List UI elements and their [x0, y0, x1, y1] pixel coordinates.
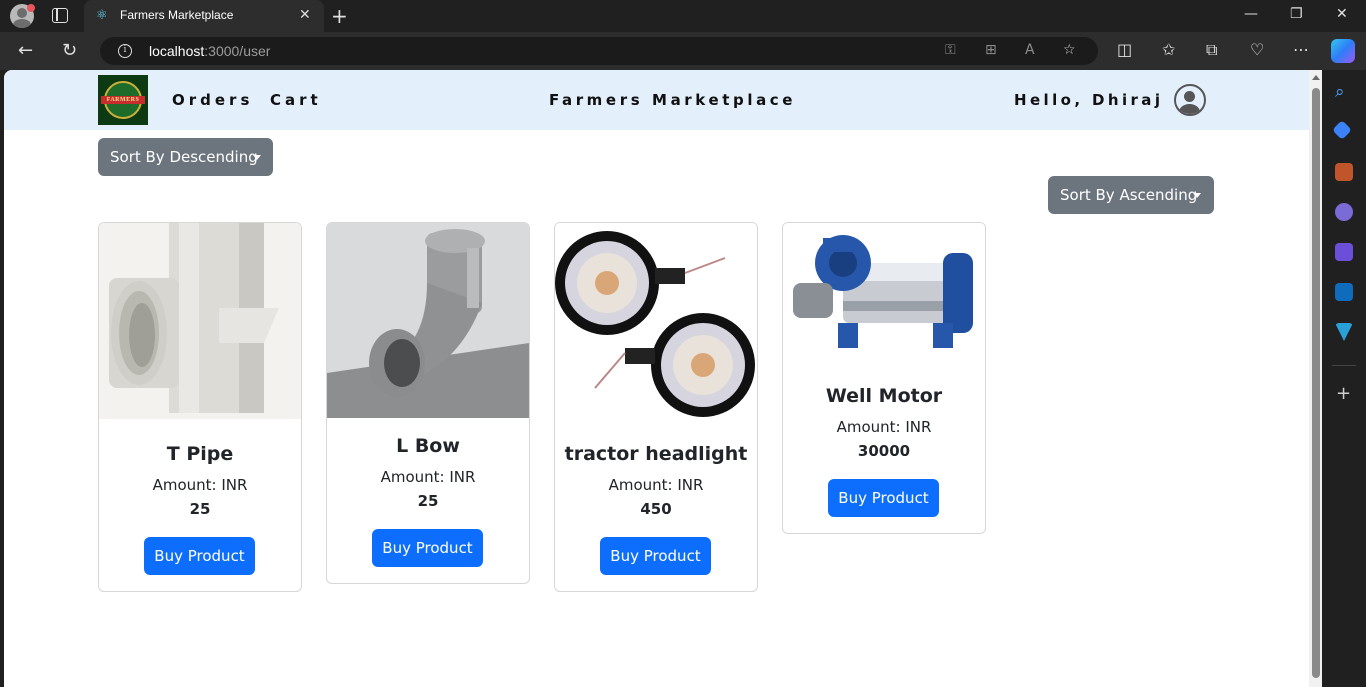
buy-product-button[interactable]: Buy Product — [144, 537, 255, 575]
product-card: tractor headlight Amount: INR 450 Buy Pr… — [554, 222, 758, 592]
product-amount-value: 30000 — [857, 442, 911, 460]
microsoft-365-icon[interactable] — [1335, 243, 1353, 261]
collections-icon[interactable]: ⧉ — [1206, 40, 1217, 60]
buy-product-button[interactable]: Buy Product — [600, 537, 711, 575]
games-icon[interactable] — [1335, 203, 1353, 221]
caret-down-icon — [1193, 193, 1201, 198]
page-scrollbar[interactable] — [1309, 70, 1322, 687]
product-amount-value: 450 — [640, 500, 672, 518]
product-amount-value: 25 — [417, 492, 439, 510]
tab-title: Farmers Marketplace — [120, 8, 234, 22]
favorites-icon[interactable]: ✩ — [1162, 40, 1175, 59]
back-icon[interactable]: ← — [18, 40, 33, 61]
drop-icon[interactable] — [1335, 323, 1353, 341]
product-card: L Bow Amount: INR 25 Buy Product — [326, 222, 530, 584]
url-text[interactable]: localhost:3000/user — [149, 43, 270, 59]
refresh-icon[interactable]: ↻ — [62, 40, 77, 61]
add-sidebar-app-icon[interactable]: + — [1336, 383, 1351, 404]
user-greeting: Hello, Dhiraj — [1014, 91, 1164, 109]
sort-ascending-dropdown[interactable]: Sort By Ascending — [1048, 176, 1214, 214]
browser-essentials-icon[interactable]: ♡ — [1250, 40, 1264, 59]
t-pipe-image — [99, 223, 301, 419]
read-aloud-icon[interactable]: A — [1025, 42, 1035, 58]
product-card: T Pipe Amount: INR 25 Buy Product — [98, 222, 302, 592]
favorite-star-icon[interactable]: ☆ — [1063, 42, 1076, 58]
product-name: T Pipe — [166, 443, 234, 465]
product-amount-label: Amount: INR — [380, 468, 476, 486]
react-favicon-icon: ⚛ — [96, 8, 108, 23]
close-window-icon[interactable]: ✕ — [1336, 6, 1348, 22]
sort-descending-dropdown[interactable]: Sort By Descending — [98, 138, 273, 176]
app-available-icon[interactable]: ⊞ — [985, 42, 997, 58]
app-navbar: FARMERS Orders Cart Farmers Marketplace … — [4, 70, 1309, 130]
scrollbar-thumb[interactable] — [1312, 88, 1320, 678]
product-amount-label: Amount: INR — [836, 418, 932, 436]
l-bow-image — [327, 223, 529, 418]
site-info-icon[interactable]: i — [118, 44, 132, 58]
farmers-logo[interactable]: FARMERS — [98, 75, 148, 125]
tools-icon[interactable] — [1335, 163, 1353, 181]
notification-dot — [27, 4, 35, 12]
product-name: L Bow — [396, 435, 460, 457]
buy-product-button[interactable]: Buy Product — [372, 529, 483, 567]
new-tab-icon[interactable]: + — [331, 4, 348, 28]
key-icon[interactable]: ⚿ — [945, 42, 956, 58]
shopping-tag-icon[interactable] — [1332, 120, 1352, 140]
product-name: Well Motor — [825, 385, 943, 407]
buy-product-button[interactable]: Buy Product — [828, 479, 939, 517]
page-viewport: FARMERS Orders Cart Farmers Marketplace … — [4, 70, 1322, 687]
scroll-up-icon[interactable] — [1312, 75, 1320, 80]
nav-cart-link[interactable]: Cart — [270, 91, 322, 109]
outlook-icon[interactable] — [1335, 283, 1353, 301]
tab-actions-icon[interactable] — [52, 8, 68, 23]
minimize-icon[interactable]: — — [1244, 6, 1258, 22]
browser-tab[interactable]: ⚛ Farmers Marketplace ✕ — [84, 0, 324, 32]
split-screen-icon[interactable]: ◫ — [1117, 40, 1132, 59]
nav-orders-link[interactable]: Orders — [172, 91, 253, 109]
user-account-icon[interactable] — [1174, 84, 1206, 116]
close-tab-icon[interactable]: ✕ — [299, 7, 311, 23]
more-options-icon[interactable]: ⋯ — [1293, 40, 1309, 59]
product-name: tractor headlight — [564, 443, 748, 465]
search-icon[interactable]: ⌕ — [1335, 82, 1345, 102]
browser-tab-bar: ⚛ Farmers Marketplace ✕ + — ❐ ✕ — [0, 0, 1366, 32]
brand-title[interactable]: Farmers Marketplace — [549, 91, 796, 109]
product-amount-label: Amount: INR — [608, 476, 704, 494]
product-amount-value: 25 — [189, 500, 211, 518]
copilot-icon[interactable] — [1331, 39, 1355, 63]
well-motor-image — [783, 223, 985, 368]
edge-sidebar: ⌕ + — [1322, 70, 1366, 687]
address-bar[interactable]: i localhost:3000/user ⚿ ⊞ A ☆ — [100, 37, 1098, 65]
sidebar-divider — [1332, 365, 1356, 366]
product-card: Well Motor Amount: INR 30000 Buy Product — [782, 222, 986, 534]
product-amount-label: Amount: INR — [152, 476, 248, 494]
restore-icon[interactable]: ❐ — [1290, 6, 1303, 22]
tractor-headlight-image — [555, 223, 757, 428]
caret-down-icon — [253, 155, 261, 160]
